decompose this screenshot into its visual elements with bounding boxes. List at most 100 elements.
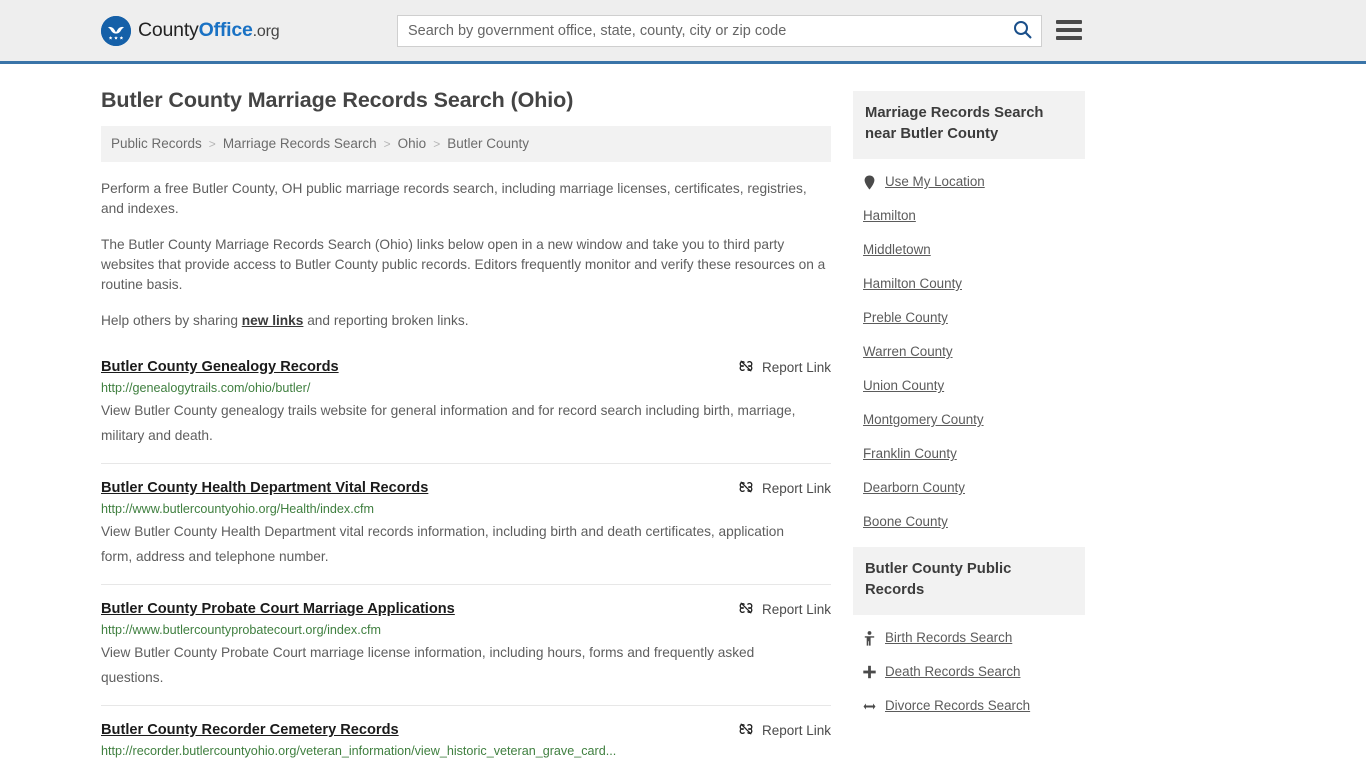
result-url: http://www.butlercountyprobatecourt.org/… [101, 623, 382, 637]
report-link-label: Report Link [761, 481, 831, 496]
page-container: Butler County Marriage Records Search (O… [93, 64, 1273, 768]
result-description: View Butler County genealogy trails webs… [101, 403, 796, 443]
sidebar-nearby-list: Use My Location Hamilton Middletown Hami… [853, 159, 1085, 539]
sidebar-link[interactable]: Hamilton County [863, 275, 962, 293]
hamburger-menu-icon[interactable] [1056, 19, 1082, 41]
sidebar-link[interactable]: Dearborn County [863, 479, 965, 497]
report-link-button[interactable]: Report Link [738, 478, 831, 498]
sidebar-link[interactable]: Hamilton [863, 207, 916, 225]
sidebar-item-hamilton-county[interactable]: Hamilton County [853, 267, 1085, 301]
sidebar-link[interactable]: Boone County [863, 513, 948, 531]
result-header: Butler County Genealogy Records Report L… [101, 357, 831, 377]
sidebar-item-death-records-search[interactable]: Death Records Search [853, 655, 1085, 689]
hamburger-bar-3 [1056, 36, 1082, 40]
sidebar-link[interactable]: Montgomery County [863, 411, 984, 429]
site-brand-text: CountyOffice.org [138, 19, 280, 42]
breadcrumb-item-butler-county[interactable]: Butler County [447, 136, 529, 151]
search-button[interactable] [1003, 16, 1041, 46]
breadcrumb: Public Records > Marriage Records Search… [101, 126, 831, 162]
eagle-stars-logo-icon [101, 15, 131, 46]
report-link-button[interactable]: Report Link [738, 720, 831, 740]
intro-text: Perform a free Butler County, OH public … [101, 179, 831, 331]
report-link-label: Report Link [761, 360, 831, 375]
sidebar-link[interactable]: Franklin County [863, 445, 957, 463]
breadcrumb-item-marriage-records-search[interactable]: Marriage Records Search [223, 136, 377, 151]
sidebar-item-boone-county[interactable]: Boone County [853, 505, 1085, 539]
sidebar-link[interactable]: Union County [863, 377, 944, 395]
sidebar-nearby-heading: Marriage Records Search near Butler Coun… [853, 91, 1085, 159]
broken-link-icon [738, 600, 754, 619]
sidebar-item-divorce-records-search[interactable]: Divorce Records Search [853, 689, 1085, 723]
sidebar-item-union-county[interactable]: Union County [853, 369, 1085, 403]
sidebar-link[interactable]: Birth Records Search [885, 629, 1012, 647]
intro-paragraph-2: The Butler County Marriage Records Searc… [101, 237, 826, 292]
search-icon [1013, 20, 1032, 42]
sidebar-item-preble-county[interactable]: Preble County [853, 301, 1085, 335]
site-header: CountyOffice.org [0, 0, 1366, 64]
result-item: Butler County Probate Court Marriage App… [101, 584, 831, 705]
baby-icon [863, 630, 876, 646]
map-pin-icon [863, 175, 876, 190]
search-input[interactable] [398, 16, 1003, 46]
result-header: Butler County Health Department Vital Re… [101, 478, 831, 498]
results-list: Butler County Genealogy Records Report L… [101, 353, 831, 768]
sidebar-link[interactable]: Middletown [863, 241, 931, 259]
breadcrumb-item-ohio[interactable]: Ohio [398, 136, 427, 151]
sidebar-link[interactable]: Warren County [863, 343, 953, 361]
broken-link-icon [738, 358, 754, 377]
report-link-label: Report Link [761, 723, 831, 738]
result-url: http://www.butlercountyohio.org/Health/i… [101, 502, 375, 516]
hamburger-bar-2 [1056, 28, 1082, 32]
brand-part-office: Office [198, 19, 253, 41]
result-description: View Butler County Probate Court marriag… [101, 645, 755, 685]
sidebar-public-records-heading: Butler County Public Records [853, 547, 1085, 615]
sidebar-public-records-box: Butler County Public Records Birth Recor… [853, 547, 1085, 723]
result-item: Butler County Recorder Cemetery Records [101, 705, 831, 768]
page-title: Butler County Marriage Records Search (O… [101, 88, 574, 112]
intro-paragraph-1: Perform a free Butler County, OH public … [101, 181, 807, 216]
sidebar-item-birth-records-search[interactable]: Birth Records Search [853, 621, 1085, 655]
site-logo-link[interactable]: CountyOffice.org [101, 15, 280, 46]
sidebar-item-hamilton[interactable]: Hamilton [853, 199, 1085, 233]
sidebar-item-montgomery-county[interactable]: Montgomery County [853, 403, 1085, 437]
result-url: http://genealogytrails.com/ohio/butler/ [101, 381, 311, 395]
sidebar-item-dearborn-county[interactable]: Dearborn County [853, 471, 1085, 505]
result-description: View Butler County Health Department vit… [101, 524, 784, 564]
result-title-link[interactable]: Butler County Probate Court Marriage App… [101, 599, 455, 619]
hamburger-bar-1 [1056, 20, 1082, 24]
brand-part-county: County [138, 19, 199, 41]
breadcrumb-separator: > [433, 136, 441, 151]
sidebar-item-franklin-county[interactable]: Franklin County [853, 437, 1085, 471]
sidebar-item-middletown[interactable]: Middletown [853, 233, 1085, 267]
sidebar-link[interactable]: Death Records Search [885, 663, 1020, 681]
result-title-link[interactable]: Butler County Health Department Vital Re… [101, 478, 428, 498]
broken-link-icon [738, 479, 754, 498]
result-header: Butler County Probate Court Marriage App… [101, 599, 831, 619]
breadcrumb-item-public-records[interactable]: Public Records [111, 136, 202, 151]
breadcrumb-separator: > [208, 136, 216, 151]
sidebar-link[interactable]: Preble County [863, 309, 948, 327]
intro-p3-after: and reporting broken links. [303, 313, 469, 328]
result-description: View Butler County Recorder veteran grav… [101, 761, 817, 768]
sidebar-item-warren-county[interactable]: Warren County [853, 335, 1085, 369]
sidebar: Marriage Records Search near Butler Coun… [853, 64, 1085, 731]
sidebar-item-use-my-location[interactable]: Use My Location [853, 165, 1085, 199]
breadcrumb-separator: > [383, 136, 391, 151]
sidebar-link[interactable]: Divorce Records Search [885, 697, 1030, 715]
main-content: Butler County Marriage Records Search (O… [101, 64, 831, 768]
report-link-button[interactable]: Report Link [738, 357, 831, 377]
search-bar[interactable] [397, 15, 1042, 47]
sidebar-public-records-list: Birth Records Search Death Records Searc… [853, 615, 1085, 723]
cross-icon [863, 665, 876, 679]
report-link-label: Report Link [761, 602, 831, 617]
intro-p3-before: Help others by sharing [101, 313, 242, 328]
sidebar-link[interactable]: Use My Location [885, 173, 985, 191]
header-inner: CountyOffice.org [93, 0, 1273, 61]
split-arrows-icon [863, 701, 876, 712]
result-title-link[interactable]: Butler County Recorder Cemetery Records [101, 720, 399, 740]
result-url: http://recorder.butlercountyohio.org/vet… [101, 744, 617, 758]
result-title-link[interactable]: Butler County Genealogy Records [101, 357, 339, 377]
report-link-button[interactable]: Report Link [738, 599, 831, 619]
result-header: Butler County Recorder Cemetery Records [101, 720, 831, 740]
new-links-link[interactable]: new links [242, 313, 304, 328]
